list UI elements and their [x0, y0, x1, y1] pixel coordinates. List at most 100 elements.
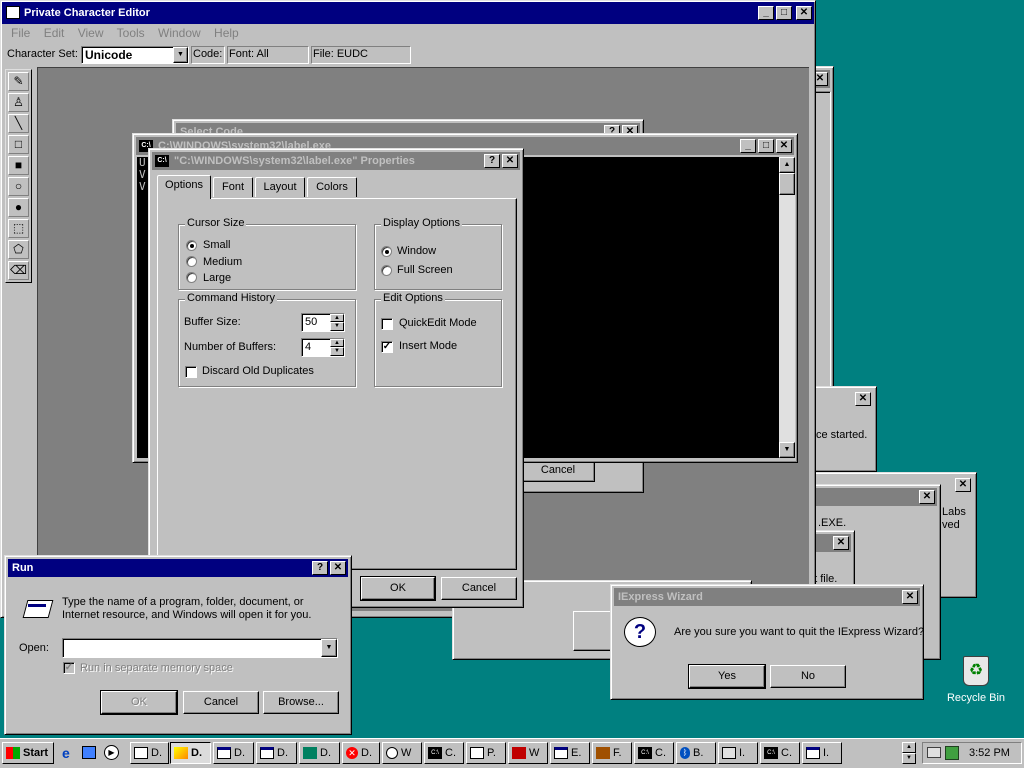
iexpress-yes-button[interactable]: Yes	[688, 664, 766, 689]
close-icon[interactable]: ✕	[919, 490, 935, 504]
taskbar-item[interactable]: C:\ C.	[760, 742, 800, 764]
run-cancel-button[interactable]: Cancel	[183, 691, 259, 714]
rect-select-icon[interactable]: ⬚	[8, 219, 29, 238]
taskbar-item[interactable]: F.	[592, 742, 632, 764]
taskbar-item[interactable]: P.	[466, 742, 506, 764]
line-icon[interactable]: ╲	[8, 114, 29, 133]
charset-select[interactable]: Unicode ▼	[81, 46, 189, 64]
menu-tools[interactable]: Tools	[117, 26, 145, 40]
menu-edit[interactable]: Edit	[44, 26, 65, 40]
ie-icon[interactable]: e	[62, 745, 70, 761]
spin-down-icon[interactable]: ▼	[330, 322, 344, 331]
minimize-icon[interactable]: _	[758, 6, 774, 20]
taskbar-item[interactable]: I.	[718, 742, 758, 764]
keyboard-icon[interactable]	[927, 747, 941, 758]
insert-mode-checkbox[interactable]: ✓	[381, 341, 393, 353]
taskbar-item[interactable]: D.	[256, 742, 297, 764]
charset-value: Unicode	[85, 48, 133, 62]
display-fullscreen-radio[interactable]	[381, 265, 392, 276]
tab-options[interactable]: Options	[157, 175, 211, 199]
menu-file[interactable]: File	[11, 26, 30, 40]
properties-title-bar[interactable]: C:\ "C:\WINDOWS\system32\label.exe" Prop…	[152, 152, 520, 170]
maximize-icon[interactable]: □	[758, 139, 774, 153]
chevron-down-icon[interactable]: ▼	[173, 47, 188, 63]
buffer-size-input[interactable]: 50 ▲ ▼	[301, 313, 345, 332]
chevron-up-icon[interactable]: ▲	[902, 742, 916, 753]
close-icon[interactable]: ✕	[833, 536, 849, 550]
help-icon[interactable]: ?	[312, 561, 328, 575]
run-open-input[interactable]: ▼	[62, 638, 338, 658]
console-scrollbar[interactable]: ▲ ▼	[779, 157, 795, 458]
freeform-select-icon[interactable]: ⬠	[8, 240, 29, 259]
close-icon[interactable]: ✕	[955, 478, 971, 492]
taskbar-item[interactable]: C:\ C.	[424, 742, 464, 764]
taskbar-item[interactable]: I.	[802, 742, 842, 764]
spin-up-icon[interactable]: ▲	[330, 314, 344, 322]
help-icon[interactable]: ?	[484, 154, 500, 168]
close-icon[interactable]: ✕	[502, 154, 518, 168]
properties-cancel-button[interactable]: Cancel	[441, 577, 517, 600]
minimize-icon[interactable]: _	[740, 139, 756, 153]
start-button[interactable]: Start	[2, 742, 54, 764]
eraser-icon[interactable]: ⌫	[8, 261, 29, 280]
filled-rectangle-icon[interactable]: ■	[8, 156, 29, 175]
taskbar-item[interactable]: W	[382, 742, 422, 764]
spin-up-icon[interactable]: ▲	[330, 339, 344, 347]
quickedit-checkbox[interactable]	[381, 318, 393, 330]
taskbar-item-label: C.	[781, 747, 792, 759]
taskbar-item[interactable]: ✕ D.	[342, 742, 380, 764]
hollow-rectangle-icon[interactable]: □	[8, 135, 29, 154]
taskbar-item[interactable]: E.	[550, 742, 590, 764]
taskbar-scroll[interactable]: ▲ ▼	[902, 742, 916, 764]
chevron-down-icon[interactable]: ▼	[321, 639, 337, 657]
close-icon[interactable]: ✕	[855, 392, 871, 406]
scroll-thumb[interactable]	[779, 173, 795, 195]
bg-exe-text: .EXE.	[818, 517, 847, 529]
taskbar-item[interactable]: ᛒ B.	[676, 742, 716, 764]
chevron-down-icon[interactable]: ▼	[902, 753, 916, 764]
display-window-radio[interactable]	[381, 246, 392, 257]
file-label: File: EUDC	[313, 48, 369, 60]
hollow-ellipse-icon[interactable]: ○	[8, 177, 29, 196]
cursor-large-radio[interactable]	[186, 272, 197, 283]
taskbar-item[interactable]: D.	[299, 742, 340, 764]
close-icon[interactable]: ✕	[330, 561, 346, 575]
spin-down-icon[interactable]: ▼	[330, 347, 344, 356]
pce-title-bar[interactable]: Private Character Editor _ □ ✕	[2, 2, 814, 24]
taskbar-item[interactable]: D.	[213, 742, 254, 764]
network-icon[interactable]	[945, 746, 959, 760]
properties-ok-button[interactable]: OK	[360, 576, 436, 601]
tab-layout[interactable]: Layout	[255, 177, 305, 197]
taskbar-item[interactable]: W	[508, 742, 548, 764]
cursor-small-radio[interactable]	[186, 240, 197, 251]
close-icon[interactable]: ✕	[776, 139, 792, 153]
clock[interactable]: 3:52 PM	[969, 747, 1010, 759]
brush-icon[interactable]: ♙	[8, 93, 29, 112]
maximize-icon[interactable]: □	[776, 6, 792, 20]
bluetooth-icon: ᛒ	[680, 747, 690, 760]
scroll-up-icon[interactable]: ▲	[779, 157, 795, 173]
desktop-icon[interactable]	[82, 746, 96, 759]
pencil-icon[interactable]: ✎	[8, 72, 29, 91]
tab-font[interactable]: Font	[213, 177, 253, 197]
menu-window[interactable]: Window	[158, 26, 201, 40]
media-player-icon[interactable]: ▶	[104, 745, 119, 760]
filled-ellipse-icon[interactable]: ●	[8, 198, 29, 217]
scroll-down-icon[interactable]: ▼	[779, 442, 795, 458]
menu-help[interactable]: Help	[214, 26, 239, 40]
tab-colors[interactable]: Colors	[307, 177, 357, 197]
recycle-bin[interactable]: ♻ Recycle Bin	[940, 656, 1012, 712]
taskbar-item[interactable]: C:\ C.	[634, 742, 674, 764]
close-icon[interactable]: ✕	[796, 6, 812, 20]
taskbar-item[interactable]: D.	[130, 742, 169, 764]
close-icon[interactable]: ✕	[902, 590, 918, 604]
run-title-bar[interactable]: Run ? ✕	[8, 559, 348, 577]
iexpress-no-button[interactable]: No	[770, 665, 846, 688]
discard-duplicates-checkbox[interactable]	[185, 366, 197, 378]
menu-view[interactable]: View	[78, 26, 104, 40]
run-browse-button[interactable]: Browse...	[263, 691, 339, 714]
iexpress-title-bar[interactable]: IExpress Wizard ✕	[614, 588, 920, 606]
taskbar-item[interactable]: D.	[170, 742, 211, 764]
cursor-medium-radio[interactable]	[186, 256, 197, 267]
num-buffers-input[interactable]: 4 ▲ ▼	[301, 338, 345, 357]
